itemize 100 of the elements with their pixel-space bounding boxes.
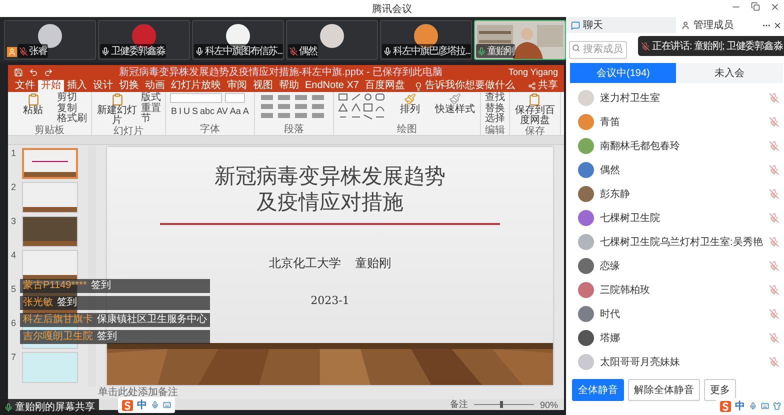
format-button[interactable]: abc bbox=[199, 106, 216, 116]
ribbon-button[interactable]: 选择 bbox=[484, 114, 505, 124]
save-icon[interactable] bbox=[14, 68, 23, 76]
ribbon-button[interactable]: 格式刷 bbox=[57, 114, 87, 124]
mic-off-icon[interactable] bbox=[768, 237, 779, 247]
restore-icon[interactable] bbox=[751, 2, 760, 11]
keyboard-icon[interactable] bbox=[760, 402, 769, 410]
video-tile[interactable]: 卫健委郭鑫淼 bbox=[98, 20, 190, 60]
ribbon-button[interactable]: 节 bbox=[141, 114, 161, 124]
mic-off-icon[interactable] bbox=[768, 285, 779, 295]
member-action-button[interactable]: 更多 bbox=[704, 379, 736, 401]
video-tile[interactable]: 科左中旗图布信苏... bbox=[192, 20, 284, 60]
ribbon-tab[interactable]: EndNote X7 bbox=[302, 80, 362, 92]
format-button[interactable]: U bbox=[182, 106, 192, 116]
member-row[interactable]: 三院韩柏玫 bbox=[566, 278, 784, 302]
close-icon[interactable] bbox=[772, 20, 782, 30]
ribbon-tab[interactable]: 文件 bbox=[12, 80, 38, 92]
member-action-button[interactable]: 全体静音 bbox=[572, 379, 624, 401]
zoom-slider-thumb[interactable] bbox=[500, 401, 503, 408]
format-button[interactable]: S bbox=[191, 106, 200, 116]
slide-thumbnail[interactable] bbox=[22, 216, 78, 247]
ime-toolbar[interactable]: 中 bbox=[716, 398, 784, 414]
ribbon-button[interactable]: 版式 bbox=[141, 93, 161, 104]
mic-off-icon[interactable] bbox=[768, 165, 779, 175]
video-tile[interactable]: 偶然 bbox=[286, 20, 378, 60]
member-row[interactable]: 时代 bbox=[566, 302, 784, 326]
ribbon-button[interactable]: 粘贴 bbox=[12, 93, 54, 116]
ribbon-button[interactable]: 重置 bbox=[141, 104, 161, 114]
member-row[interactable]: 七棵树卫生院 bbox=[566, 206, 784, 230]
member-row[interactable]: 塔娜 bbox=[566, 326, 784, 350]
member-row[interactable]: 彭东静 bbox=[566, 182, 784, 206]
chat-message-toast: 科左后旗甘旗卡 保康镇社区卫生服务中心 bbox=[20, 313, 210, 327]
mic-off-icon[interactable] bbox=[768, 117, 779, 127]
mic-off-icon[interactable] bbox=[768, 309, 779, 319]
ribbon-tab[interactable]: 帮助 bbox=[276, 80, 302, 92]
ime-toolbar[interactable]: 中 bbox=[118, 397, 175, 413]
undo-icon[interactable] bbox=[29, 68, 38, 76]
ribbon-button[interactable]: 替换 bbox=[484, 104, 505, 114]
ribbon-tab[interactable]: 动画 bbox=[142, 80, 168, 92]
member-row[interactable]: 七棵树卫生院乌兰灯村卫生室:吴秀艳 bbox=[566, 230, 784, 254]
format-button[interactable]: B bbox=[170, 106, 178, 116]
member-row[interactable]: 南翻林毛都包春玲 bbox=[566, 134, 784, 158]
keyboard-icon[interactable] bbox=[163, 401, 171, 409]
ribbon-button[interactable]: 快速样式 bbox=[434, 93, 476, 115]
ribbon-tab[interactable]: 设计 bbox=[90, 80, 116, 92]
format-button[interactable]: AV bbox=[216, 106, 229, 116]
member-tab[interactable]: 未入会 bbox=[676, 63, 783, 83]
ribbon-tab[interactable]: 视图 bbox=[250, 80, 276, 92]
notes-button[interactable]: 备注 bbox=[450, 398, 468, 411]
slide-thumbnail[interactable] bbox=[22, 148, 78, 179]
video-tile[interactable]: 童贻刚 bbox=[474, 20, 566, 60]
ribbon-tab[interactable]: 开始 bbox=[38, 80, 64, 92]
ribbon-button[interactable]: 查找 bbox=[484, 93, 505, 104]
tell-me-field[interactable]: 告诉我你想要做什么 bbox=[414, 80, 515, 92]
ime-logo-icon[interactable] bbox=[122, 400, 133, 410]
video-tile[interactable]: 张睿 bbox=[4, 20, 96, 60]
slide-thumbnail[interactable] bbox=[22, 352, 78, 383]
mic-off-icon[interactable] bbox=[768, 93, 779, 103]
ribbon-button[interactable]: 复制 bbox=[57, 104, 87, 114]
search-field[interactable]: 搜索成员 bbox=[569, 40, 627, 58]
ribbon-tab[interactable]: 百度网盘 bbox=[362, 80, 408, 92]
panel-tab[interactable]: 管理成员 bbox=[676, 17, 784, 33]
member-row[interactable]: 恋缘 bbox=[566, 254, 784, 278]
format-button[interactable]: A bbox=[242, 106, 250, 116]
mic-icon[interactable] bbox=[748, 402, 757, 410]
slide-thumbnail[interactable] bbox=[22, 250, 78, 281]
ribbon-tab[interactable]: 切换 bbox=[116, 80, 142, 92]
mic-off-icon[interactable] bbox=[768, 141, 779, 151]
panel-tab[interactable]: 聊天 bbox=[566, 17, 676, 33]
redo-icon[interactable] bbox=[44, 68, 53, 76]
member-row[interactable]: 偶然 bbox=[566, 158, 784, 182]
shapes-gallery-icon[interactable] bbox=[338, 93, 386, 121]
slide-thumbnail[interactable] bbox=[22, 182, 78, 213]
mic-off-icon[interactable] bbox=[768, 213, 779, 223]
format-button[interactable]: I bbox=[178, 106, 183, 116]
member-row[interactable]: 太阳哥哥月亮妹妹 bbox=[566, 350, 784, 374]
member-row[interactable]: 青笛 bbox=[566, 110, 784, 134]
brush-icon bbox=[448, 93, 461, 105]
ribbon-button[interactable]: 保存到百度网盘 bbox=[514, 93, 556, 126]
mic-off-icon[interactable] bbox=[768, 189, 779, 199]
font-size-field[interactable] bbox=[225, 93, 245, 103]
video-tile[interactable]: 科左中旗巴彦塔拉... bbox=[380, 20, 472, 60]
ribbon-tab[interactable]: 幻灯片放映 bbox=[168, 80, 224, 92]
ribbon-tab[interactable]: 审阅 bbox=[224, 80, 250, 92]
mic-off-icon[interactable] bbox=[768, 357, 779, 367]
ribbon-button[interactable]: 新建幻灯片 bbox=[96, 93, 138, 126]
mic-off-icon[interactable] bbox=[768, 261, 779, 271]
member-action-button[interactable]: 解除全体静音 bbox=[628, 379, 700, 401]
format-button[interactable]: Aa bbox=[228, 106, 242, 116]
font-name-field[interactable] bbox=[170, 93, 222, 103]
shirt-icon[interactable] bbox=[772, 402, 781, 410]
member-tab[interactable]: 会议中(194) bbox=[570, 63, 676, 83]
ribbon-tab[interactable]: 插入 bbox=[64, 80, 90, 92]
share-button[interactable]: 共享 bbox=[528, 80, 564, 92]
member-row[interactable]: 迷力村卫生室 bbox=[566, 86, 784, 110]
ime-logo-icon[interactable] bbox=[720, 400, 731, 412]
ribbon-button[interactable]: 排列 bbox=[388, 93, 431, 115]
close-icon[interactable] bbox=[770, 2, 780, 12]
mic-icon[interactable] bbox=[151, 401, 159, 409]
mic-off-icon[interactable] bbox=[768, 333, 779, 343]
